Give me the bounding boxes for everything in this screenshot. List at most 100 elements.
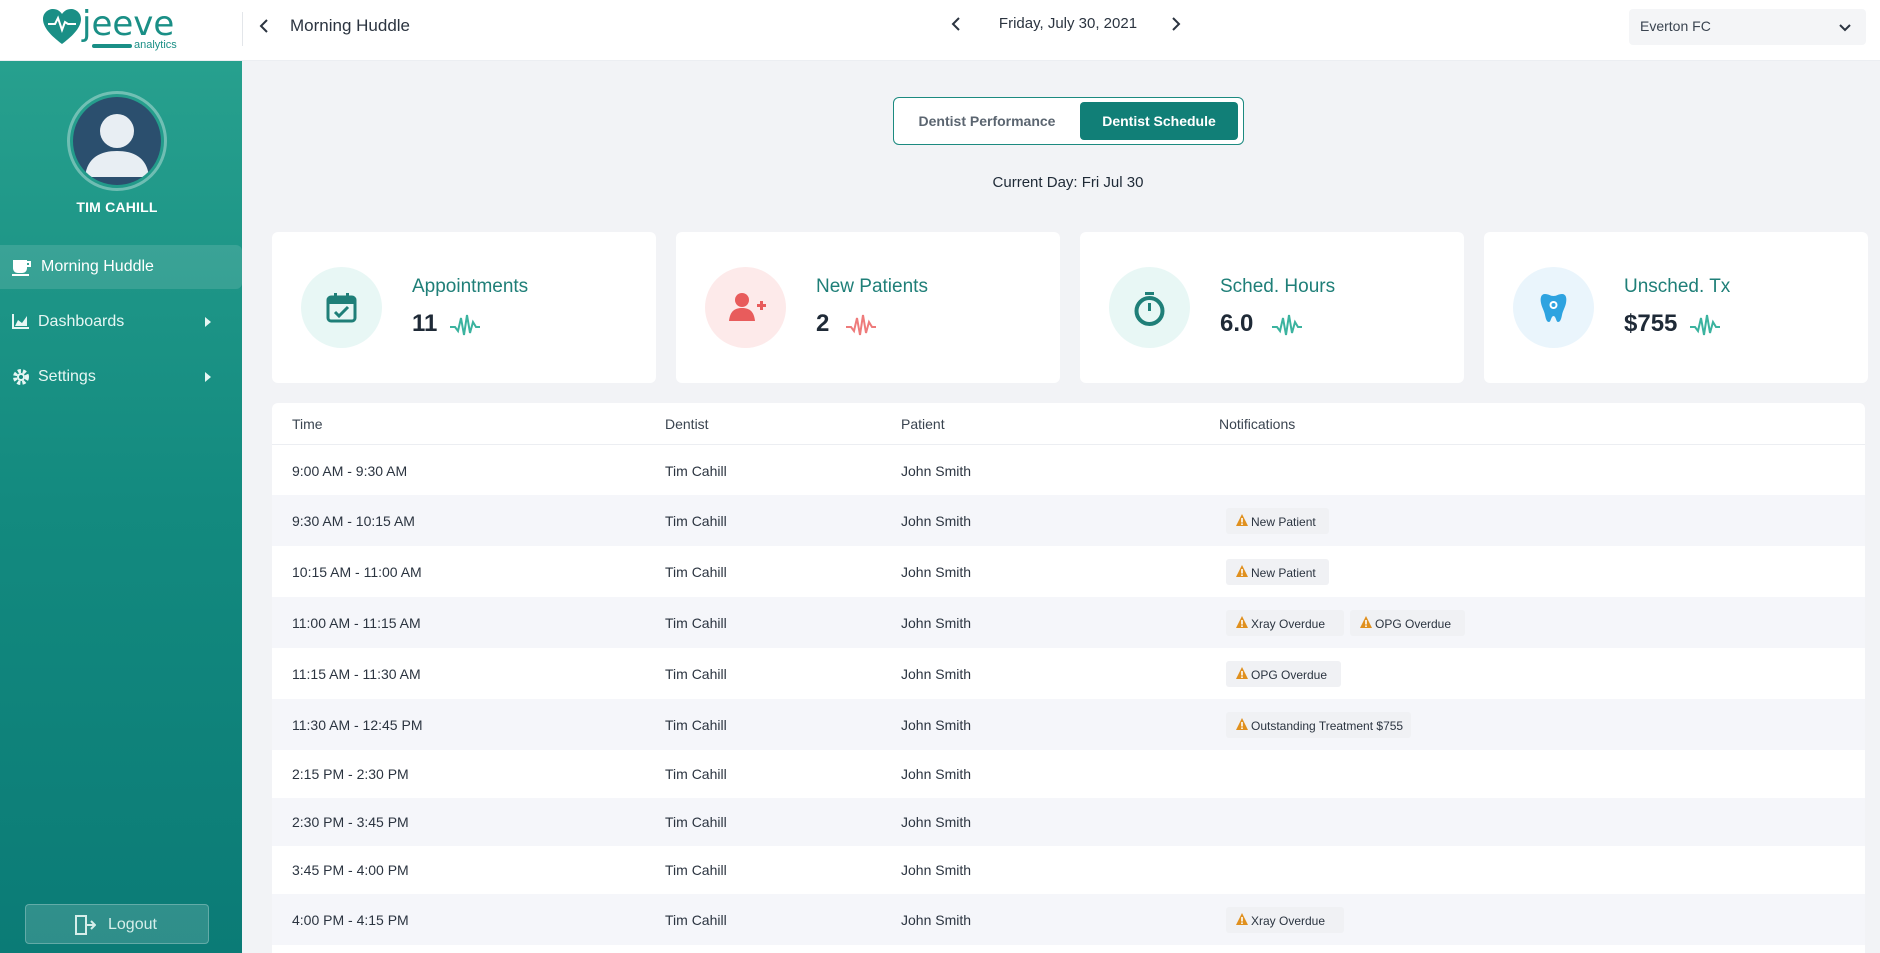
table-row[interactable]: 9:00 AM - 9:30 AM Tim Cahill John Smith [272, 446, 1865, 495]
cell-time: 3:45 PM - 4:00 PM [292, 862, 409, 878]
kpi-card-appointments: Appointments 11 [272, 232, 656, 383]
kpi-icon-circle [1109, 267, 1190, 348]
area-chart-icon [12, 313, 32, 331]
cell-dentist: Tim Cahill [665, 862, 727, 878]
cell-patient: John Smith [901, 862, 972, 878]
schedule-table: Time Dentist Patient Notifications 9:00 … [272, 403, 1865, 953]
cell-time: 11:15 AM - 11:30 AM [292, 666, 421, 682]
cell-patient: John Smith [901, 666, 972, 682]
caret-right-icon [205, 317, 211, 327]
header-divider [242, 12, 243, 46]
pulse-wave-icon [846, 314, 876, 336]
notification-badge[interactable]: OPG Overdue [1226, 661, 1341, 687]
notification-badge[interactable]: Xray Overdue [1226, 907, 1344, 933]
table-row[interactable]: 9:30 AM - 10:15 AM Tim Cahill John Smith Ne… [272, 495, 1865, 546]
kpi-title: Appointments [412, 276, 529, 297]
warning-triangle-icon [1236, 718, 1248, 730]
dentist-performance-tab[interactable]: Dentist Performance [898, 102, 1076, 140]
heart-logo-icon [43, 9, 81, 44]
notification-label: OPG Overdue [1375, 617, 1452, 631]
user-plus-icon [729, 293, 766, 321]
cell-patient: John Smith [901, 766, 972, 782]
avatar[interactable] [73, 97, 161, 185]
notification-badge[interactable]: New Patient [1226, 508, 1329, 534]
current-day-label: Current Day: Fri Jul 30 [992, 174, 1144, 191]
logo-underline [92, 44, 132, 48]
cell-patient: John Smith [901, 615, 972, 631]
cell-patient: John Smith [901, 513, 972, 529]
previous-day-chevron-icon[interactable] [944, 12, 968, 36]
table-row[interactable]: 3:45 PM - 4:00 PM Tim Cahill John Smith [272, 846, 1865, 894]
cell-dentist: Tim Cahill [665, 513, 727, 529]
cell-time: 11:00 AM - 11:15 AM [292, 615, 421, 631]
notification-badge[interactable]: Xray Overdue [1226, 610, 1344, 636]
next-day-chevron-icon[interactable] [1164, 12, 1188, 36]
cell-time: 10:15 AM - 11:00 AM [292, 564, 422, 580]
pulse-wave-icon [1690, 314, 1720, 336]
column-header-patient[interactable]: Patient [901, 416, 945, 432]
sidebar-item-label: Settings [38, 368, 96, 385]
view-toggle: Dentist Performance Dentist Schedule [893, 97, 1244, 145]
sidebar-item-dashboards[interactable]: Dashboards [0, 300, 242, 344]
sidebar-item-morning-huddle[interactable]: Morning Huddle [0, 245, 242, 289]
pulse-wave-icon [450, 314, 480, 336]
dentist-schedule-tab[interactable]: Dentist Schedule [1080, 102, 1238, 140]
top-header: jeeve analytics Morning Huddle Friday, J… [0, 0, 1880, 61]
cell-dentist: Tim Cahill [665, 814, 727, 830]
table-row[interactable]: 2:15 PM - 2:30 PM Tim Cahill John Smith [272, 750, 1865, 798]
table-row[interactable]: 4:00 PM - 4:15 PM Tim Cahill John Smith Xra… [272, 894, 1865, 945]
warning-triangle-icon [1236, 667, 1248, 679]
cell-dentist: Tim Cahill [665, 564, 727, 580]
pulse-wave-icon [1272, 314, 1302, 336]
cell-time: 4:00 PM - 4:15 PM [292, 912, 409, 928]
club-select-value: Everton FC [1640, 18, 1711, 34]
notification-label: Xray Overdue [1251, 914, 1326, 928]
page-title: Morning Huddle [290, 16, 411, 35]
notification-label: OPG Overdue [1251, 668, 1328, 682]
notification-label: Xray Overdue [1251, 617, 1326, 631]
warning-triangle-icon [1236, 514, 1248, 526]
notification-badge[interactable]: Outstanding Treatment $755 [1226, 712, 1411, 738]
logout-button[interactable]: Logout [25, 904, 209, 944]
column-header-time[interactable]: Time [292, 416, 323, 432]
table-row[interactable]: 11:15 AM - 11:30 AM Tim Cahill John Smith O… [272, 648, 1865, 699]
cell-dentist: Tim Cahill [665, 717, 727, 733]
logo-subtitle: analytics [134, 39, 177, 51]
notification-label: New Patient [1251, 515, 1316, 529]
cell-dentist: Tim Cahill [665, 766, 727, 782]
kpi-title: Unsched. Tx [1624, 276, 1731, 297]
stopwatch-icon [1134, 292, 1165, 326]
sidebar-item-label: Morning Huddle [41, 258, 154, 275]
table-row[interactable]: 10:15 AM - 11:00 AM Tim Cahill John Smith N… [272, 546, 1865, 597]
warning-triangle-icon [1236, 565, 1248, 577]
warning-triangle-icon [1236, 616, 1248, 628]
cell-time: 9:00 AM - 9:30 AM [292, 463, 408, 479]
column-header-dentist[interactable]: Dentist [665, 416, 709, 432]
cell-patient: John Smith [901, 564, 972, 580]
gear-icon [12, 368, 32, 386]
jeeve-logo[interactable]: jeeve analytics [42, 4, 222, 51]
back-chevron-icon[interactable] [252, 14, 276, 38]
notification-badge[interactable]: New Patient [1226, 559, 1329, 585]
tooth-icon [1540, 294, 1567, 322]
cell-time: 9:30 AM - 10:15 AM [292, 513, 415, 529]
current-date-label[interactable]: Friday, July 30, 2021 [988, 15, 1148, 32]
table-row[interactable]: 11:30 AM - 12:45 PM Tim Cahill John Smith O… [272, 699, 1865, 750]
club-select[interactable]: Everton FC [1629, 9, 1866, 45]
sidebar-item-settings[interactable]: Settings [0, 355, 242, 399]
kpi-value: 6.0 [1220, 310, 1254, 337]
warning-triangle-icon [1360, 616, 1372, 628]
cell-dentist: Tim Cahill [665, 463, 727, 479]
kpi-title: Sched. Hours [1220, 276, 1336, 297]
cell-dentist: Tim Cahill [665, 615, 727, 631]
user-silhouette-icon [85, 114, 149, 177]
cell-time: 11:30 AM - 12:45 PM [292, 717, 423, 733]
kpi-value: 2 [816, 310, 830, 337]
cell-patient: John Smith [901, 717, 972, 733]
logout-label: Logout [108, 916, 157, 933]
cell-patient: John Smith [901, 814, 972, 830]
column-header-notifications[interactable]: Notifications [1219, 416, 1295, 432]
notification-badge[interactable]: OPG Overdue [1350, 610, 1465, 636]
table-row[interactable]: 11:00 AM - 11:15 AM Tim Cahill John Smith X… [272, 597, 1865, 648]
table-row[interactable]: 2:30 PM - 3:45 PM Tim Cahill John Smith [272, 798, 1865, 846]
